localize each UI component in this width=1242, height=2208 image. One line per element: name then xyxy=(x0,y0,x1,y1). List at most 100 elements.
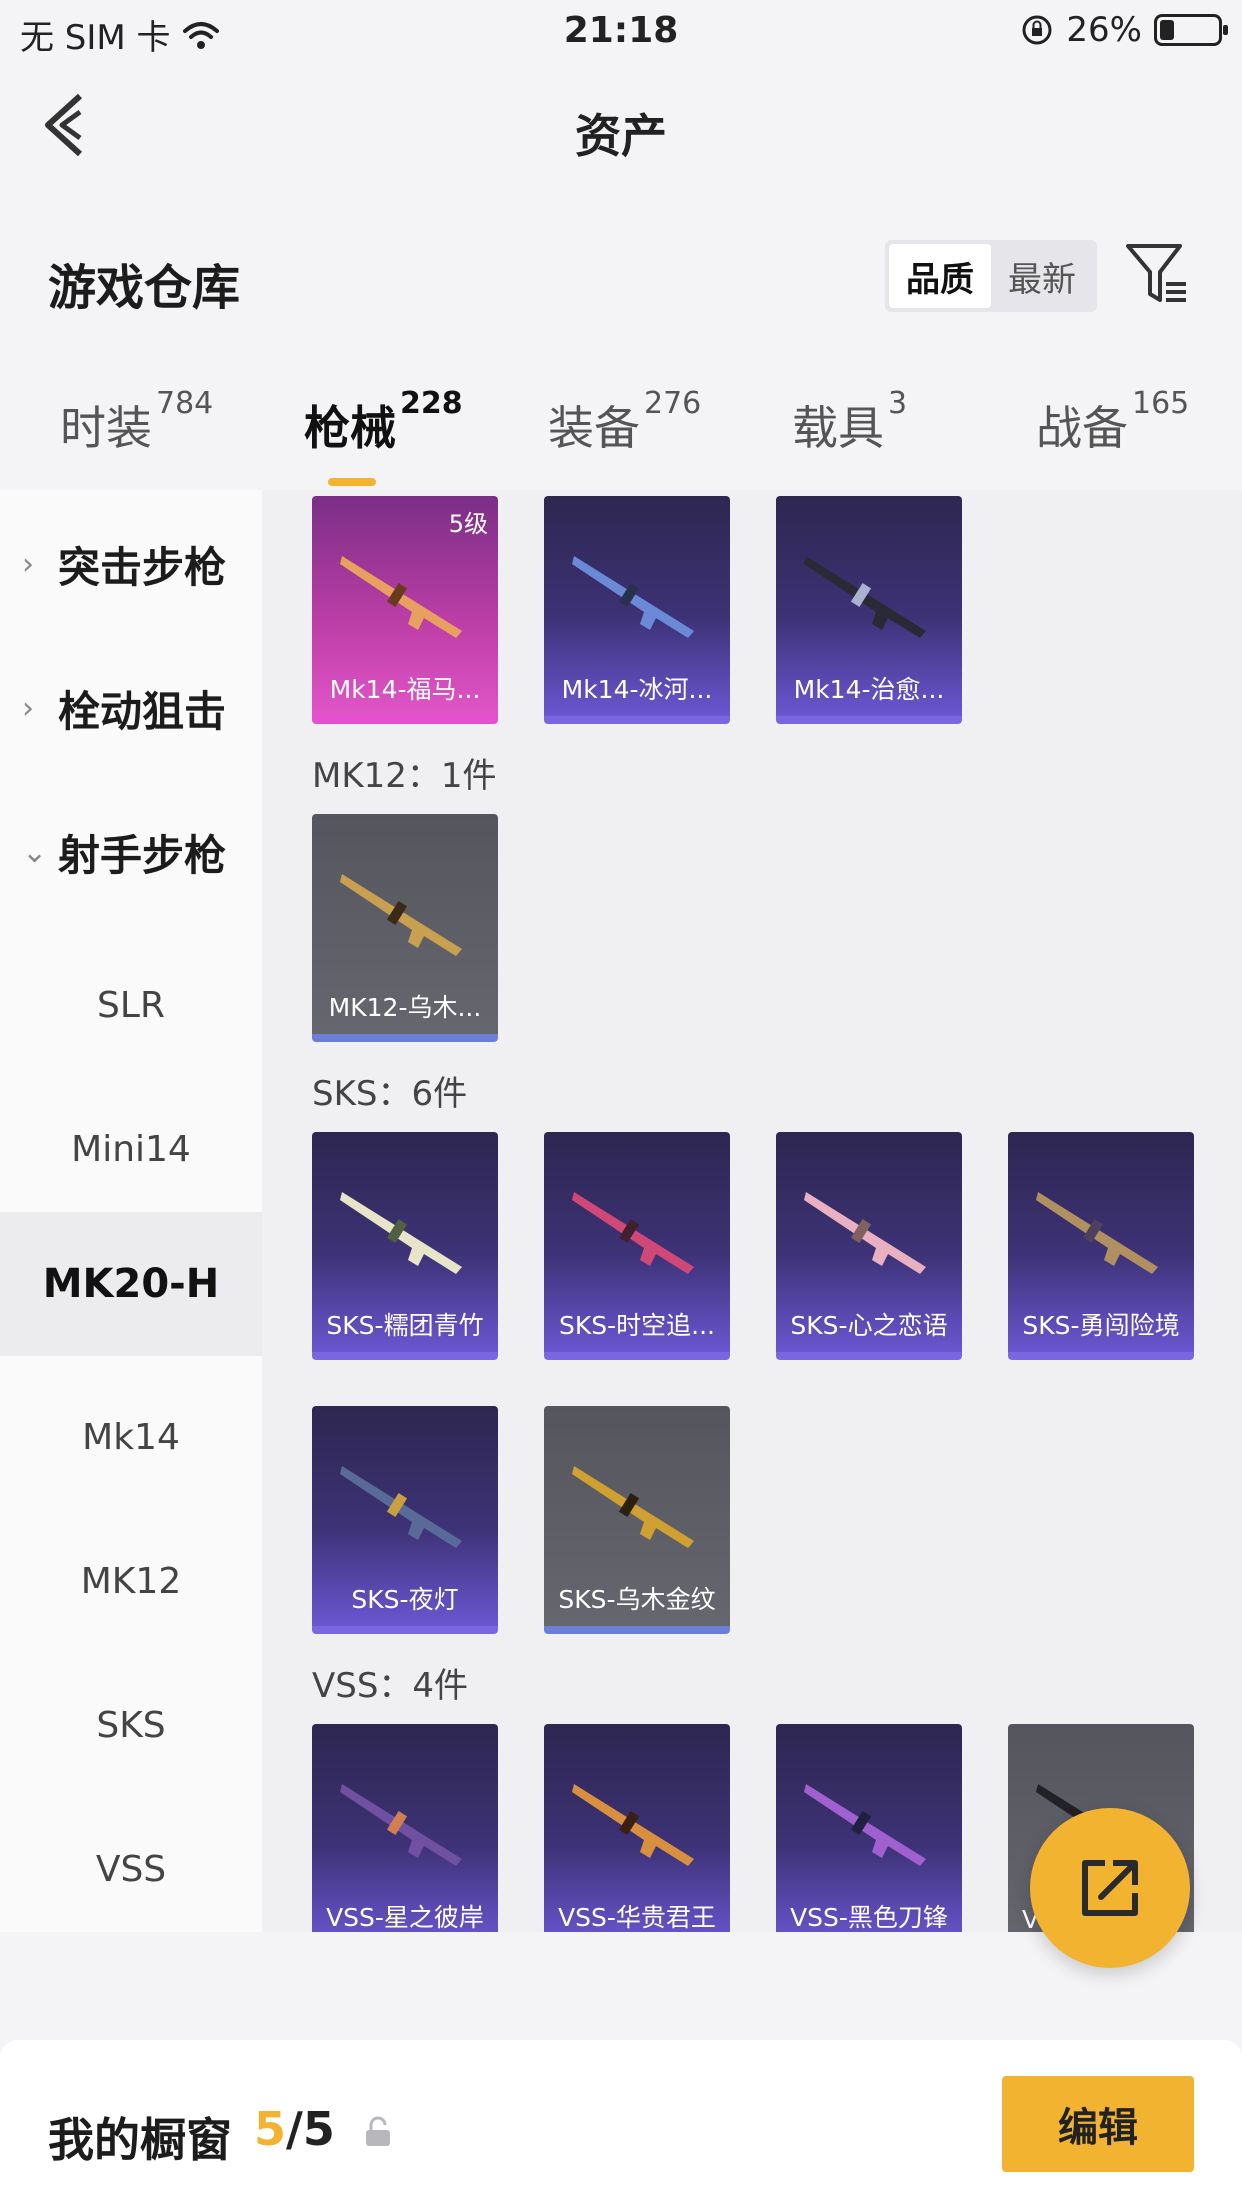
share-icon xyxy=(1082,1860,1138,1916)
weapon-card[interactable]: 5级 Mk14-福马... xyxy=(312,496,498,724)
gun-icon xyxy=(1036,1192,1158,1274)
tab-count: 3 xyxy=(888,386,908,421)
level-badge: 5级 xyxy=(448,510,488,538)
gun-icon xyxy=(572,1784,694,1866)
group-label-vss: VSS：4件 xyxy=(312,1666,469,1706)
showcase-title: 我的橱窗 xyxy=(48,2113,232,2167)
tab-label: 枪械 xyxy=(304,401,396,455)
page-title: 资产 xyxy=(575,109,667,163)
gun-icon xyxy=(804,556,926,638)
weapon-card[interactable]: VSS-星之彼岸 xyxy=(312,1724,498,1932)
share-button[interactable] xyxy=(1030,1808,1190,1968)
sort-quality-button[interactable]: 品质 xyxy=(889,244,991,308)
weapon-card-name: SKS-夜灯 xyxy=(351,1585,459,1614)
tab-count: 165 xyxy=(1132,386,1190,421)
weapon-card-name: VSS-星之彼岸 xyxy=(326,1903,484,1932)
gun-icon xyxy=(572,1192,694,1274)
sidebar-item-mk20h[interactable]: MK20-H xyxy=(0,1212,262,1356)
tab-label: 战备 xyxy=(1036,401,1128,455)
battery-icon xyxy=(1154,14,1228,46)
weapon-grid: 5级 Mk14-福马... Mk14-冰河... Mk14-治愈... MK12… xyxy=(262,490,1242,1932)
weapon-card[interactable]: VSS-华贵君王 xyxy=(544,1724,730,1932)
gun-icon xyxy=(572,1466,694,1548)
sidebar-item-vss[interactable]: VSS xyxy=(0,1840,262,1900)
tab-vehicles[interactable]: 载具 3 xyxy=(792,386,907,458)
weapon-card[interactable]: SKS-时空追... xyxy=(544,1132,730,1360)
tab-label: 时装 xyxy=(60,401,152,455)
weapon-card[interactable]: Mk14-治愈... xyxy=(776,496,962,724)
status-bar: 无 SIM 卡 21:18 26% xyxy=(0,0,1242,62)
nav-bar: 资产 xyxy=(0,62,1242,192)
weapon-card[interactable]: SKS-糯团青竹 xyxy=(312,1132,498,1360)
weapon-card-name: SKS-时空追... xyxy=(559,1311,715,1340)
chevron-down-icon: ⌄ xyxy=(22,835,48,870)
tab-equipment[interactable]: 装备 276 xyxy=(548,386,701,458)
showcase-count-current: 5 xyxy=(254,2102,287,2156)
chevron-right-icon: › xyxy=(22,691,34,726)
gun-icon xyxy=(340,874,462,956)
weapon-card[interactable]: SKS-乌木金纹 xyxy=(544,1406,730,1634)
weapon-card-name: VSS-黑色刀锋 xyxy=(790,1903,948,1932)
weapon-card[interactable]: SKS-勇闯险境 xyxy=(1008,1132,1194,1360)
weapon-card-name: SKS-勇闯险境 xyxy=(1022,1311,1180,1340)
showcase-count-total: 5 xyxy=(302,2102,335,2156)
battery-percent: 26% xyxy=(1066,10,1142,50)
group-label-mk12: MK12：1件 xyxy=(312,756,497,796)
lock-icon xyxy=(366,2116,390,2146)
sidebar-item-mini14[interactable]: Mini14 xyxy=(0,1120,262,1180)
gun-icon xyxy=(340,556,462,638)
weapon-type-sidebar: › 突击步枪 › 栓动狙击 ⌄ 射手步枪 SLR Mini14 MK20-H M… xyxy=(0,490,262,1932)
tab-count: 784 xyxy=(156,386,214,421)
sidebar-group-label: 栓动狙击 xyxy=(58,687,227,736)
gun-icon xyxy=(804,1192,926,1274)
sidebar-item-sks[interactable]: SKS xyxy=(0,1696,262,1756)
sidebar-item-mk12[interactable]: MK12 xyxy=(0,1552,262,1612)
weapon-card-name: Mk14-福马... xyxy=(329,675,481,704)
gun-icon xyxy=(804,1784,926,1866)
weapon-card[interactable]: SKS-夜灯 xyxy=(312,1406,498,1634)
weapon-card-name: SKS-乌木金纹 xyxy=(558,1585,716,1614)
category-tabs: 时装 784 枪械 228 装备 276 载具 3 战备 165 xyxy=(0,380,1242,490)
tab-fashion[interactable]: 时装 784 xyxy=(60,386,213,458)
tab-gear[interactable]: 战备 165 xyxy=(1036,386,1189,458)
tab-count: 276 xyxy=(644,386,702,421)
rotation-lock-icon xyxy=(1022,15,1052,45)
weapon-card-name: SKS-心之恋语 xyxy=(790,1311,948,1340)
gun-icon xyxy=(340,1784,462,1866)
weapon-card-name: Mk14-冰河... xyxy=(561,675,713,704)
sort-latest-button[interactable]: 最新 xyxy=(991,244,1093,308)
tab-label: 载具 xyxy=(792,401,884,455)
showcase-count-separator: / xyxy=(286,2102,303,2156)
edit-button[interactable]: 编辑 xyxy=(1002,2076,1194,2172)
sort-toggle: 品质 最新 xyxy=(885,240,1097,312)
tab-weapons[interactable]: 枪械 228 xyxy=(304,386,463,486)
group-label-sks: SKS：6件 xyxy=(312,1074,468,1114)
weapon-card[interactable]: MK12-乌木... xyxy=(312,814,498,1042)
weapon-card[interactable]: Mk14-冰河... xyxy=(544,496,730,724)
tab-count: 228 xyxy=(400,386,463,421)
gun-icon xyxy=(572,556,694,638)
filter-icon xyxy=(1126,244,1186,302)
weapon-card[interactable]: VSS-黑色刀锋 xyxy=(776,1724,962,1932)
weapon-card-name: MK12-乌木... xyxy=(328,993,482,1022)
active-tab-indicator xyxy=(328,478,376,486)
battery-info: 26% xyxy=(1020,10,1228,50)
sidebar-item-slr[interactable]: SLR xyxy=(0,976,262,1036)
sidebar-group-label: 突击步枪 xyxy=(58,543,227,592)
sidebar-group-assault-rifle[interactable]: › 突击步枪 xyxy=(22,534,226,595)
weapon-card[interactable]: SKS-心之恋语 xyxy=(776,1132,962,1360)
sidebar-group-marksman-rifle[interactable]: ⌄ 射手步枪 xyxy=(22,822,226,883)
sidebar-group-bolt-sniper[interactable]: › 栓动狙击 xyxy=(22,678,226,739)
tab-label: 装备 xyxy=(548,401,640,455)
filter-button[interactable] xyxy=(1124,240,1192,308)
showcase-bar: 我的橱窗 5/5 编辑 xyxy=(0,2040,1242,2208)
sidebar-item-mk14[interactable]: Mk14 xyxy=(0,1408,262,1468)
gun-icon xyxy=(340,1192,462,1274)
weapon-card-name: Mk14-治愈... xyxy=(793,675,945,704)
gun-icon xyxy=(340,1466,462,1548)
section-title: 游戏仓库 xyxy=(48,260,241,316)
sidebar-group-label: 射手步枪 xyxy=(58,831,227,880)
chevron-right-icon: › xyxy=(22,547,34,582)
weapon-card-name: SKS-糯团青竹 xyxy=(326,1311,484,1340)
weapon-card-name: VSS-华贵君王 xyxy=(558,1903,716,1932)
